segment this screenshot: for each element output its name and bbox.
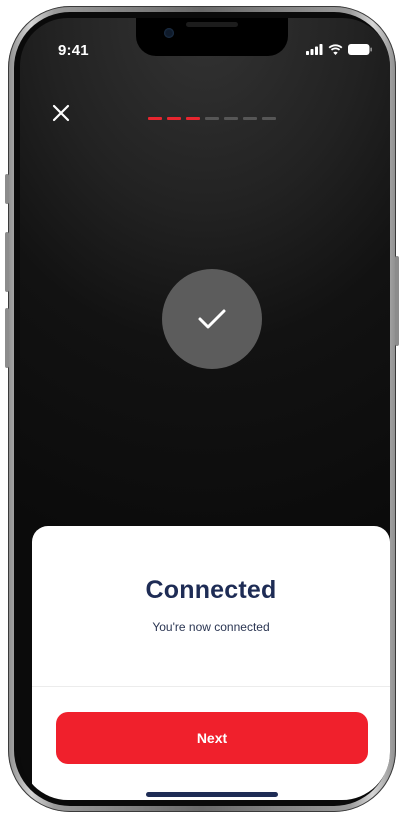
sheet-divider: [32, 686, 390, 687]
notch: [136, 18, 288, 56]
volume-down-button: [5, 308, 9, 368]
home-indicator[interactable]: [146, 792, 278, 797]
progress-step-pending: [262, 117, 276, 120]
close-icon: [52, 104, 70, 122]
speaker-grille: [186, 22, 238, 27]
checkmark-icon: [198, 309, 226, 329]
connection-title: Connected: [145, 576, 277, 604]
silent-switch: [5, 174, 9, 204]
wifi-icon: [328, 44, 343, 55]
battery-icon: [348, 44, 372, 55]
next-button[interactable]: Next: [56, 712, 368, 764]
progress-step-pending: [224, 117, 238, 120]
app-screen: 9:41 Connected You're now connected Next: [20, 18, 390, 800]
volume-up-button: [5, 232, 9, 292]
progress-step-complete: [167, 117, 181, 120]
signal-icon: [306, 44, 323, 55]
progress-step-pending: [205, 117, 219, 120]
success-indicator: [162, 269, 262, 369]
connection-subtitle: You're now connected: [152, 620, 270, 634]
close-button[interactable]: [50, 102, 72, 124]
status-icons: [306, 44, 372, 55]
progress-step-pending: [243, 117, 257, 120]
step-progress-indicator: [148, 117, 276, 120]
front-camera-icon: [164, 28, 174, 38]
power-button: [395, 256, 399, 346]
status-time: 9:41: [58, 42, 89, 59]
progress-step-complete: [186, 117, 200, 120]
progress-step-complete: [148, 117, 162, 120]
